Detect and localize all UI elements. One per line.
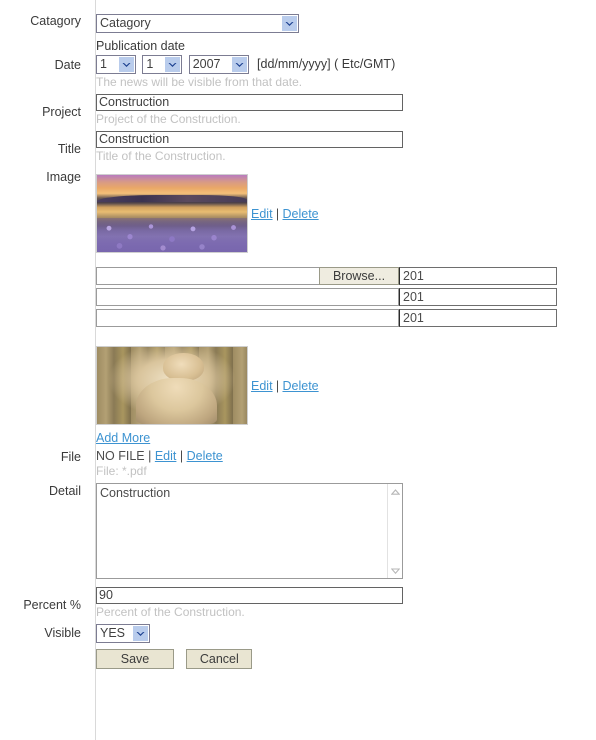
- category-label: Catagory: [30, 14, 81, 28]
- month-select-value: 1: [146, 57, 154, 71]
- scroll-up-icon[interactable]: [389, 485, 402, 498]
- image-upload-row-2: 201: [96, 288, 596, 306]
- date-format-note: [dd/mm/yyyy] ( Etc/GMT): [257, 57, 396, 71]
- image-item-2: Edit | Delete: [96, 346, 596, 425]
- chevron-down-icon: [231, 57, 247, 72]
- file-separator-2: |: [179, 449, 184, 463]
- file-edit-link[interactable]: Edit: [155, 449, 177, 463]
- title-label: Title: [57, 142, 81, 156]
- percent-input[interactable]: [96, 587, 403, 604]
- visible-select[interactable]: YES: [96, 624, 150, 643]
- month-select[interactable]: 1: [142, 55, 183, 74]
- detail-label: Detail: [49, 484, 81, 498]
- form-row-visible: Visible YES: [0, 624, 596, 643]
- image-file-input-3[interactable]: [96, 309, 399, 327]
- file-delete-link[interactable]: Delete: [187, 449, 223, 463]
- chevron-down-icon: [282, 16, 297, 31]
- percent-label: Percent %: [23, 598, 81, 612]
- file-status-row: NO FILE | Edit | Delete: [96, 449, 596, 463]
- project-label: Project: [42, 105, 81, 119]
- file-label: File: [60, 450, 81, 464]
- form-row-actions: Save Cancel: [0, 649, 596, 669]
- title-input[interactable]: [96, 131, 403, 148]
- detail-textarea[interactable]: Construction: [96, 483, 403, 579]
- form-row-date: Date Publication date 1 1 2007 [dd/mm/yy…: [0, 39, 596, 90]
- image-file-path-1[interactable]: [96, 267, 319, 285]
- chevron-down-icon: [119, 57, 134, 72]
- image-file-input-2[interactable]: [96, 288, 399, 306]
- percent-hint: Percent of the Construction.: [96, 605, 245, 619]
- detail-scrollbar[interactable]: [387, 484, 402, 578]
- image-1-action-separator: |: [275, 206, 280, 221]
- detail-textarea-value[interactable]: Construction: [97, 484, 387, 578]
- edit-construction-form: Catagory Catagory Date Publication date …: [0, 0, 596, 740]
- image-item-1: Edit | Delete: [96, 174, 596, 253]
- year-select[interactable]: 2007: [188, 55, 249, 74]
- image-upload-row-1: Browse... 201: [96, 267, 596, 285]
- image-2-actions: Edit | Delete: [251, 379, 319, 393]
- image-upload-rows: Browse... 201 201 201: [96, 267, 596, 327]
- date-hint: The news will be visible from that date.: [96, 75, 303, 89]
- category-select-value: Catagory: [100, 16, 151, 30]
- form-row-title: Title Title of the Construction.: [0, 131, 596, 164]
- file-separator-1: |: [148, 449, 152, 463]
- form-row-image: Image Edit | Delete Browse... 201 201 20…: [0, 168, 596, 445]
- publication-date-title: Publication date: [96, 39, 185, 53]
- day-select[interactable]: 1: [96, 55, 136, 74]
- date-selects-group: 1 1 2007 [dd/mm/yyyy] (Etc/GMT): [96, 55, 596, 74]
- image-1-edit-link[interactable]: Edit: [251, 207, 273, 221]
- image-2-action-separator: |: [275, 378, 280, 393]
- image-2-delete-link[interactable]: Delete: [282, 379, 318, 393]
- image-size-input-1[interactable]: 201: [399, 267, 557, 285]
- day-select-value: 1: [100, 57, 107, 71]
- date-label: Date: [54, 58, 81, 72]
- category-select[interactable]: Catagory: [96, 14, 299, 33]
- image-size-input-3[interactable]: 201: [399, 309, 557, 327]
- form-row-detail: Detail Construction: [0, 483, 596, 579]
- visible-select-value: YES: [100, 626, 126, 640]
- chevron-down-icon: [165, 57, 181, 72]
- project-hint: Project of the Construction.: [96, 112, 241, 126]
- chevron-down-icon: [133, 626, 148, 641]
- image-1-delete-link[interactable]: Delete: [282, 207, 318, 221]
- image-file-input-1[interactable]: Browse...: [96, 267, 399, 285]
- form-row-project: Project Project of the Construction.: [0, 94, 596, 127]
- project-input[interactable]: [96, 94, 403, 111]
- title-hint: Title of the Construction.: [96, 149, 226, 163]
- image-2-edit-link[interactable]: Edit: [251, 379, 273, 393]
- image-thumbnail-sunset[interactable]: [96, 174, 248, 253]
- image-size-input-2[interactable]: 201: [399, 288, 557, 306]
- year-select-value: 2007: [192, 57, 221, 71]
- form-row-category: Catagory Catagory: [0, 14, 596, 33]
- browse-button-1[interactable]: Browse...: [319, 267, 399, 285]
- image-1-actions: Edit | Delete: [251, 207, 319, 221]
- file-status: NO FILE: [96, 449, 145, 463]
- image-label: Image: [46, 170, 81, 184]
- scroll-down-icon[interactable]: [389, 564, 402, 577]
- image-thumbnail-portrait[interactable]: [96, 346, 248, 425]
- visible-label: Visible: [44, 626, 81, 640]
- form-row-file: File NO FILE | Edit | Delete File: *.pdf: [0, 449, 596, 479]
- save-button[interactable]: Save: [96, 649, 174, 669]
- cancel-button[interactable]: Cancel: [186, 649, 253, 669]
- add-more-link[interactable]: Add More: [96, 431, 150, 445]
- file-hint: File: *.pdf: [96, 464, 147, 478]
- image-upload-row-3: 201: [96, 309, 596, 327]
- form-row-percent: Percent % Percent of the Construction.: [0, 587, 596, 620]
